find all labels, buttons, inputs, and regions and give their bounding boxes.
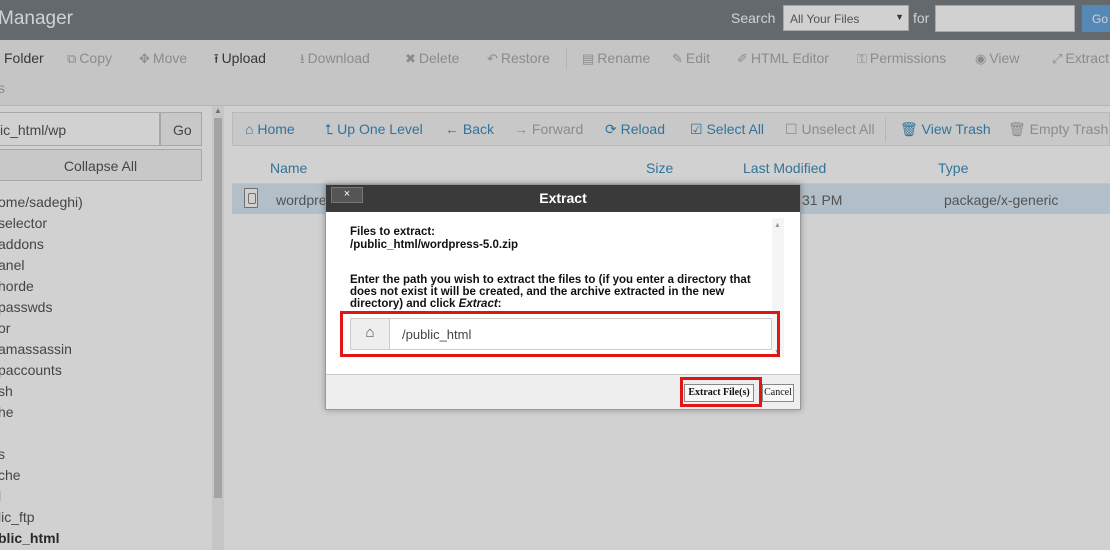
file-path-text: /public_html/wordpress-5.0.zip xyxy=(350,239,519,251)
instructions-emphasis: Extract xyxy=(458,298,498,310)
instructions-text: Enter the path you wish to extract the f… xyxy=(350,274,760,310)
instructions-end: : xyxy=(497,298,502,310)
dialog-title: Extract xyxy=(539,190,587,206)
path-highlight-annotation xyxy=(340,311,780,357)
instructions-main: Enter the path you wish to extract the f… xyxy=(350,274,751,310)
dialog-header: Extract × xyxy=(326,185,800,212)
close-button[interactable]: × xyxy=(331,187,363,203)
extract-dialog: Extract × Files to extract: /public_html… xyxy=(325,184,801,410)
button-highlight-annotation xyxy=(680,377,762,407)
scroll-up-icon[interactable]: ▲ xyxy=(774,222,781,229)
files-to-extract-label: Files to extract: xyxy=(350,226,435,238)
cancel-button[interactable]: Cancel xyxy=(762,384,794,402)
